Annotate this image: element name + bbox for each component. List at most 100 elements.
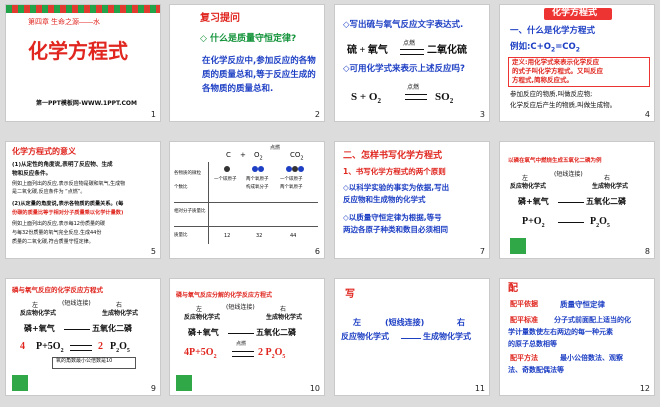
slide-thumbnail-10[interactable]: 磷与氧气反应分解的化学反应方程式 左 (短线连接) 右 反应物化学式 生成物化学… (169, 278, 325, 396)
formula-left-sub: 2 (541, 223, 545, 229)
value-1: 质量守恒定律 (560, 300, 605, 309)
col-left-sub: 反应物化学式 (341, 332, 389, 341)
word-left: 磷+氧气 (24, 324, 55, 333)
header-co: CO (290, 151, 301, 159)
slide-title: 以磷在氧气中燃烧生成五氧化二磷为例 (508, 158, 602, 164)
slide-thumbnail-12[interactable]: 配 配平依据 质量守恒定律 配平标准 分子式前面配上适当的化 学计量数使左右两边… (499, 278, 655, 396)
col-right: 右 (457, 318, 465, 327)
slide-heading: 化学方程式的意义 (12, 147, 76, 156)
word-right: 五氧化二磷 (256, 328, 296, 337)
coef-1: 4 (20, 341, 25, 352)
header-o-sub: 2 (259, 155, 263, 162)
col-left-sub: 反应物化学式 (20, 310, 57, 317)
col-right-sub: 生成物化学式 (592, 183, 629, 190)
equals-sign (400, 49, 424, 55)
slide-thumbnail-3[interactable]: ◇写出硫与氧气反应文字表达式. 硫 + 氧气 点燃 二氧化硫 ◇可用化学式来表示… (334, 4, 490, 122)
slide-number: 7 (479, 247, 485, 256)
key-3: 配平方法 (510, 354, 538, 362)
cell-1b: 两个氧原子 (246, 177, 269, 182)
mass-co2: 44 (290, 233, 297, 239)
value-2b: 学计量数使左右两边的每一种元素 (508, 328, 613, 336)
example-left: 例如:C+O (510, 42, 551, 52)
table-divider (174, 226, 318, 227)
answer-line-2: 质的质量总和,等于反应生成的 (202, 70, 316, 80)
definition-line-3: 方程式,简称反应式。 (512, 76, 573, 84)
slide-number: 4 (644, 110, 650, 119)
slide-title: 写 (345, 289, 355, 300)
slide-thumbnail-6[interactable]: C + O2 点燃 CO2 各物质的微粒 一个碳原子 两个氧原子 一个碳原子 个… (169, 141, 325, 259)
eq-subscript: 2 (377, 97, 381, 106)
line-6: 两边各原子种类和数目必须相同 (343, 225, 448, 234)
line-3: ◇以科学实验的事实为依据,写出 (343, 183, 450, 192)
slide-number: 5 (150, 247, 156, 256)
slide-thumbnail-9[interactable]: 磷与氧气反应的化学反应方程式 左 (短线连接) 右 反应物化学式 生成物化学式 … (5, 278, 161, 396)
paragraph-4b: 与每32份质量的氧气完全反应,生成44份 (12, 230, 102, 236)
col-left: 左 (353, 318, 361, 327)
slide-thumbnail-2[interactable]: 复习提问 ◇ 什么是质量守恒定律? 在化学反应中,参加反应的各物 质的质量总和,… (169, 4, 325, 122)
paragraph-3a: (2)从定量的角度说,表示各物质的质量关系。(每 (12, 201, 124, 207)
condition-label: 点燃 (236, 341, 247, 347)
formula-left: P+O2 (522, 216, 545, 230)
formula-right-o: O (119, 341, 127, 352)
formula-left: 4P+5O2 (184, 347, 217, 361)
slide-thumbnail-5[interactable]: 化学方程式的意义 (1)从定性的角度说,表明了反应物、生成 物和反应条件。 例如… (5, 141, 161, 259)
line-5: ◇以质量守恒定律为根据,等号 (343, 213, 442, 222)
formula-left-sub: 2 (60, 348, 64, 354)
cell-1a: 一个碳原子 (214, 177, 237, 182)
line-1: 二、怎样书写化学方程式 (343, 151, 443, 161)
example-sub-2: 2 (575, 46, 580, 54)
subtitle: 第四章 生命之源——水 (28, 19, 100, 26)
eq-reactants: S + O (351, 91, 378, 103)
value-3b: 法、奇数配偶法等 (508, 366, 564, 374)
equals-sign (232, 351, 254, 357)
equals-sign (70, 345, 92, 351)
formula-right-o-sub: 5 (606, 223, 610, 229)
slide-thumbnail-11[interactable]: 写 左 (短线连接) 右 反应物化学式 生成物化学式 11 (334, 278, 490, 396)
header-plus: + (240, 151, 246, 159)
slide-number: 9 (150, 384, 156, 393)
eq-product: SO (435, 91, 450, 103)
slide-thumbnail-1[interactable]: 第四章 生命之源——水 化学方程式 第一PPT模板网-WWW.1PPT.COM … (5, 4, 161, 122)
note-line-1: 参加反应的物质,叫做反应物; (510, 90, 593, 98)
line-1: ◇写出硫与氧气反应文字表达式. (343, 20, 464, 30)
formula-right-o-sub: 5 (126, 348, 130, 354)
slide-thumbnail-4[interactable]: 化学方程式 一、什么是化学方程式 例如:C+O2=CO2 定义:用化学式来表示化… (499, 4, 655, 122)
col-left-sub: 反应物化学式 (510, 183, 547, 190)
col-right-sub: 生成物化学式 (423, 332, 471, 341)
formula-left-text: P+5O (36, 341, 61, 352)
equation-product: SO2 (435, 91, 453, 106)
header-c: C (226, 151, 231, 159)
formula-left-text: P+O (522, 216, 542, 227)
col-right-sub: 生成物化学式 (102, 310, 139, 317)
col-middle: (短线连接) (554, 171, 583, 178)
condition-label: 点燃 (407, 85, 420, 91)
formula-left-sub: 2 (213, 354, 217, 360)
note-line-2: 化学反应后产生的物质,叫做生成物。 (510, 101, 617, 109)
header-o2: O2 (254, 151, 263, 162)
paragraph-3b: 份碳的质量比等于相对分子质量乘以化学计量数) (12, 210, 124, 216)
slide-thumbnail-7[interactable]: 二、怎样书写化学方程式 1、书写化学方程式的两个原则 ◇以科学实验的事实为依据,… (334, 141, 490, 259)
cell-2b: 构成氧分子 (246, 185, 269, 190)
col-left-sub: 反应物化学式 (184, 314, 221, 321)
word-equation-left: 硫 + 氧气 (347, 45, 388, 56)
word-left: 磷+氧气 (518, 197, 549, 206)
line-4: 反应物和生成物的化学式 (343, 195, 426, 204)
mass-c: 12 (224, 233, 231, 239)
slide-number: 11 (474, 384, 485, 393)
col-middle: (短线连接) (385, 318, 425, 327)
slide-number: 1 (150, 110, 156, 119)
definition-line-2: 的式子叫化学方程式。又叫反应 (512, 67, 603, 75)
slide-thumbnail-8[interactable]: 以磷在氧气中燃烧生成五氧化二磷为例 左 (短线连接) 右 反应物化学式 生成物化… (499, 141, 655, 259)
green-marker (176, 375, 192, 391)
slide-title: 配 (508, 283, 518, 294)
footer-text: 第一PPT模板网-WWW.1PPT.COM (36, 100, 137, 107)
formula-right: 2 P2O5 (258, 347, 285, 361)
coef-2: 2 (98, 341, 103, 352)
word-left: 磷+氧气 (188, 328, 219, 337)
word-equation-right: 二氧化硫 (427, 45, 467, 56)
line-2: 1、书写化学方程式的两个原则 (343, 167, 446, 176)
col-left: 左 (522, 175, 529, 182)
note-text: 氧的角数最小公倍数是10 (56, 358, 113, 364)
example-line: 例如:C+O2=CO2 (510, 42, 580, 54)
paragraph-4c: 质量的二氧化碳,符合质量守恒定律。 (12, 239, 94, 245)
